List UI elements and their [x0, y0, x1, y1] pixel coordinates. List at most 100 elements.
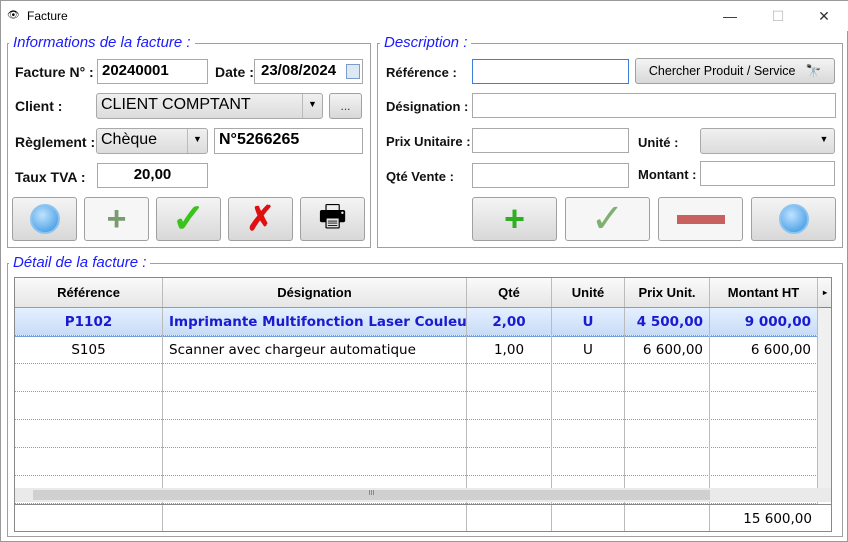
client-select[interactable]: CLIENT COMPTANT ▼	[96, 93, 323, 119]
validate-button[interactable]: ✓	[156, 197, 221, 241]
chevron-down-icon: ▼	[819, 134, 829, 144]
prix-unitaire-input[interactable]	[472, 128, 629, 153]
cell-unite: U	[552, 308, 625, 336]
cell-qte	[467, 420, 552, 448]
add-button[interactable]: +	[84, 197, 149, 241]
tva-input[interactable]: 20,00	[97, 163, 208, 188]
cell-montant: 6 600,00	[710, 336, 818, 364]
table-row[interactable]	[15, 448, 818, 476]
cell-designation	[163, 392, 467, 420]
detail-legend: Détail de la facture :	[9, 254, 151, 271]
designation-label: Désignation :	[386, 99, 469, 114]
unite-select[interactable]: ▼	[700, 128, 835, 154]
add-line-button[interactable]: +	[472, 197, 557, 241]
reference-label: Référence :	[386, 65, 457, 80]
maximize-button[interactable]: ☐	[763, 5, 793, 27]
montant-label: Montant :	[638, 167, 697, 182]
table-row[interactable]	[15, 364, 818, 392]
description-legend: Description :	[380, 34, 472, 51]
table-row[interactable]	[15, 392, 818, 420]
qte-vente-input[interactable]	[472, 163, 629, 188]
refresh-icon	[29, 204, 60, 234]
table-row[interactable]: P1102 Imprimante Multifonction Laser Coul…	[15, 307, 819, 337]
cell-designation	[163, 420, 467, 448]
reglement-select[interactable]: Chèque ▼	[96, 128, 208, 154]
binoculars-icon: 🔭	[805, 63, 822, 78]
date-label: Date :	[215, 64, 254, 80]
reference-input[interactable]	[472, 59, 629, 84]
refresh-button[interactable]	[12, 197, 77, 241]
minus-icon	[676, 214, 725, 224]
scrollbar-thumb[interactable]: III	[33, 490, 710, 500]
cell-unite	[552, 364, 625, 392]
plus-icon: +	[106, 199, 127, 238]
printer-icon: 🖶	[318, 199, 347, 233]
column-header-montant[interactable]: Montant HT	[710, 278, 818, 308]
cell-prix	[625, 420, 710, 448]
check-icon: ✓	[590, 197, 625, 241]
cell-unite: U	[552, 336, 625, 364]
cell-designation: Imprimante Multifonction Laser Couleur	[163, 308, 467, 336]
title-bar: 👁 Facture — ☐ ✕	[1, 1, 848, 31]
column-header-unite[interactable]: Unité	[552, 278, 625, 308]
tva-label: Taux TVA :	[15, 169, 86, 185]
cell-montant	[710, 364, 818, 392]
cell-reference: P1102	[15, 308, 163, 336]
montant-input[interactable]	[700, 161, 835, 186]
horizontal-scrollbar[interactable]: III	[15, 488, 831, 502]
cell-qte	[467, 392, 552, 420]
plus-icon: +	[503, 198, 526, 239]
cell-designation	[163, 364, 467, 392]
cell-reference	[15, 392, 163, 420]
app-icon: 👁	[7, 10, 20, 21]
remove-line-button[interactable]	[658, 197, 743, 241]
date-input[interactable]: 23/08/2024	[254, 59, 363, 84]
cell-unite	[552, 420, 625, 448]
search-product-label: Chercher Produit / Service	[648, 64, 796, 78]
table-row[interactable]	[15, 420, 818, 448]
calendar-icon[interactable]	[346, 64, 360, 79]
chevron-down-icon: ▼	[187, 129, 207, 153]
reglement-label: Règlement :	[15, 134, 96, 150]
prix-unitaire-label: Prix Unitaire :	[386, 134, 471, 149]
cell-montant	[710, 448, 818, 476]
scroll-right-icon[interactable]: ▸	[818, 278, 831, 308]
cell-unite	[552, 448, 625, 476]
chevron-down-icon: ▼	[302, 94, 322, 118]
close-button[interactable]: ✕	[809, 5, 839, 27]
column-header-designation[interactable]: Désignation	[163, 278, 467, 308]
detail-grid: Référence Désignation Qté Unité Prix Uni…	[14, 277, 832, 532]
cross-icon: ✗	[246, 200, 275, 238]
table-row[interactable]: S105 Scanner avec chargeur automatique 1,0…	[15, 336, 818, 364]
cell-prix	[625, 448, 710, 476]
cell-qte	[467, 364, 552, 392]
cell-reference	[15, 448, 163, 476]
check-icon: ✓	[171, 197, 206, 241]
column-header-qte[interactable]: Qté	[467, 278, 552, 308]
delete-button[interactable]: ✗	[228, 197, 293, 241]
facture-number-input[interactable]: 20240001	[97, 59, 208, 84]
designation-input[interactable]	[472, 93, 836, 118]
cell-qte: 1,00	[467, 336, 552, 364]
cell-qte	[467, 448, 552, 476]
reglement-reference-input[interactable]: N°5266265	[214, 128, 363, 154]
facture-label: Facture N° :	[15, 64, 94, 80]
unite-label: Unité :	[638, 135, 679, 150]
cell-reference: S105	[15, 336, 163, 364]
column-header-reference[interactable]: Référence	[15, 278, 163, 308]
minimize-button[interactable]: —	[715, 5, 745, 27]
print-button[interactable]: 🖶	[300, 197, 365, 241]
window-title: Facture	[27, 9, 68, 23]
column-header-prix[interactable]: Prix Unit.	[625, 278, 710, 308]
client-more-button[interactable]: ...	[329, 93, 362, 119]
footer-row: 15 600,00	[15, 504, 831, 531]
refresh-line-button[interactable]	[751, 197, 836, 241]
vertical-scrollbar[interactable]	[818, 308, 831, 488]
validate-line-button[interactable]: ✓	[565, 197, 650, 241]
reglement-value: Chèque	[101, 131, 158, 148]
qte-vente-label: Qté Vente :	[386, 169, 454, 184]
search-product-button[interactable]: Chercher Produit / Service 🔭	[635, 58, 835, 84]
cell-prix	[625, 364, 710, 392]
client-label: Client :	[15, 98, 63, 114]
info-legend: Informations de la facture :	[9, 34, 195, 51]
